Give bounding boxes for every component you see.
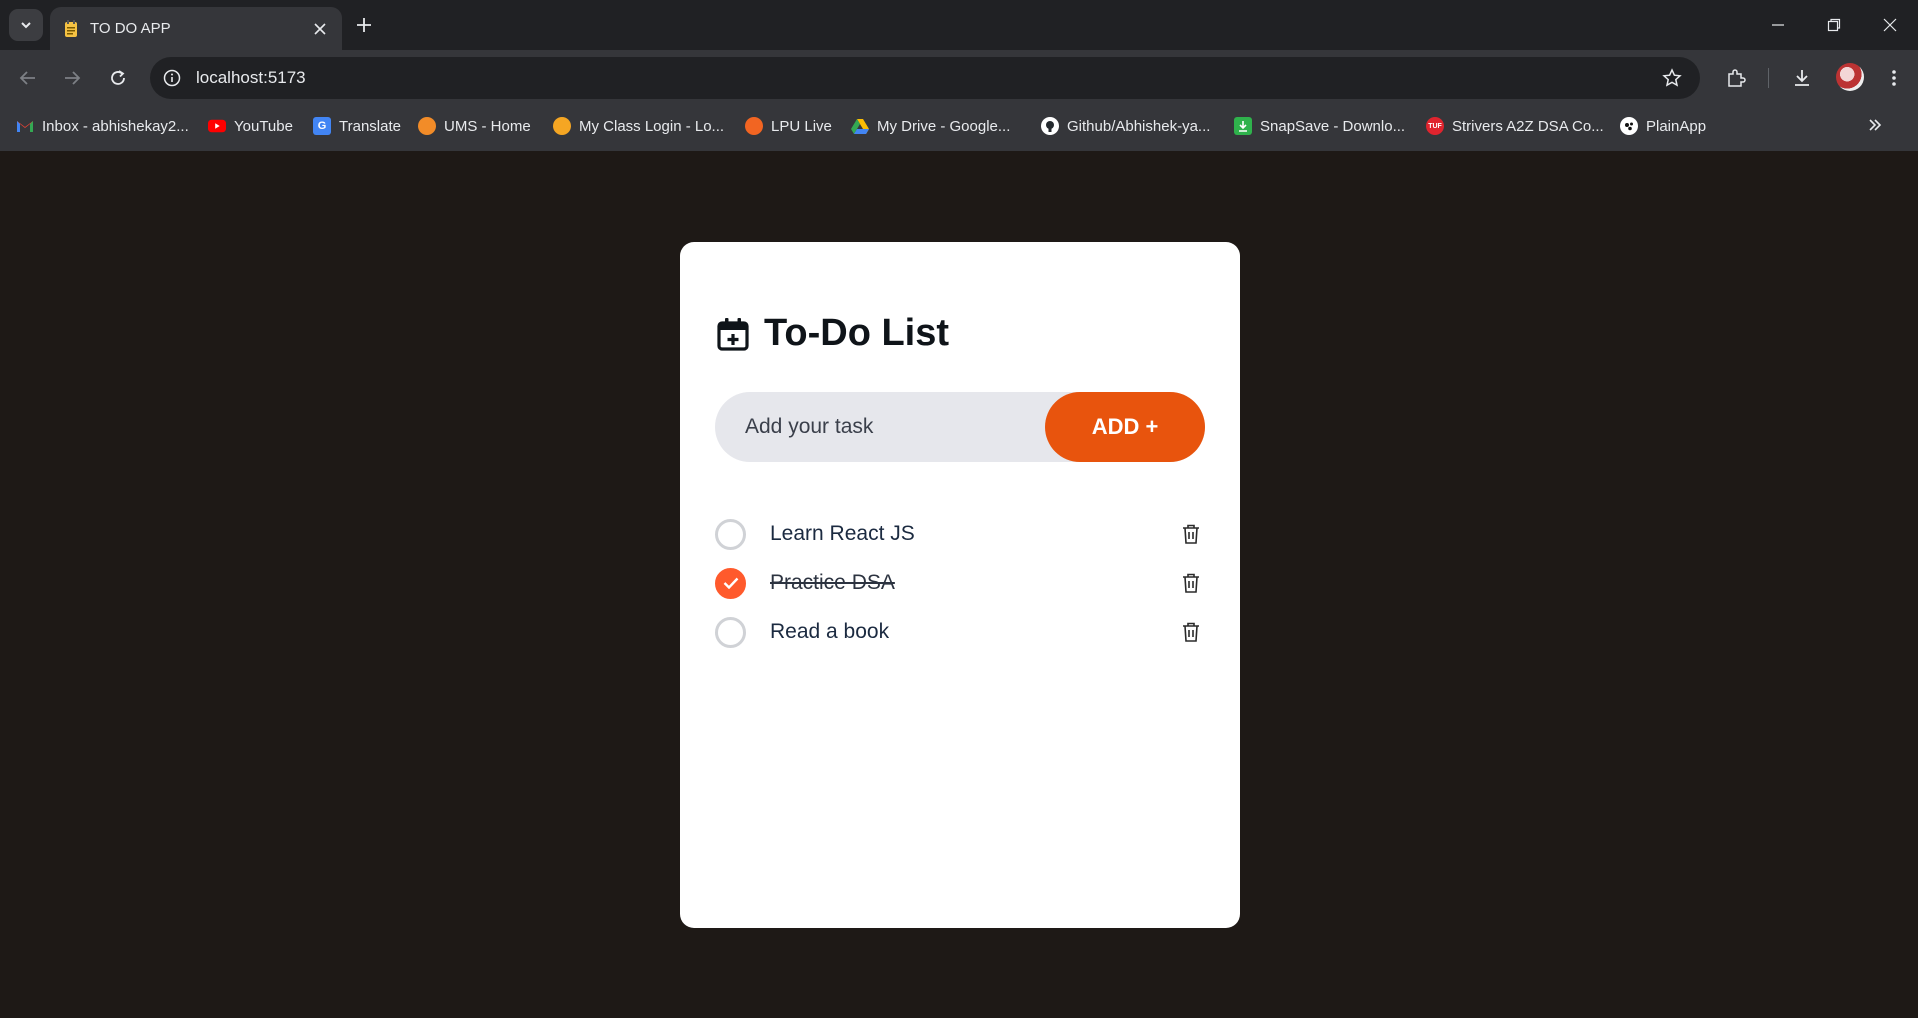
ums-icon <box>418 117 436 135</box>
bookmark-translate[interactable]: G Translate <box>313 114 401 138</box>
tuf-icon: TUF <box>1426 117 1444 135</box>
notepad-icon <box>62 19 80 38</box>
bookmark-snapsave[interactable]: SnapSave - Downlo... <box>1234 114 1405 138</box>
trash-icon[interactable] <box>1177 618 1205 646</box>
bookmark-strivers[interactable]: TUF Strivers A2Z DSA Co... <box>1426 114 1604 138</box>
task-checkbox-checked[interactable] <box>715 567 746 599</box>
toolbar-separator <box>1768 68 1769 88</box>
page-title: To-Do List <box>716 312 949 355</box>
active-tab[interactable]: TO DO APP <box>50 7 342 50</box>
bookmark-label: Github/Abhishek-ya... <box>1067 117 1211 135</box>
bookmark-label: My Drive - Google... <box>877 117 1011 135</box>
bookmark-myclass[interactable]: My Class Login - Lo... <box>553 114 724 138</box>
restore-button[interactable] <box>1806 0 1862 50</box>
bookmark-label: PlainApp <box>1646 117 1707 135</box>
snapsave-icon <box>1234 117 1252 135</box>
bookmark-label: UMS - Home <box>444 117 531 135</box>
bookmark-label: Strivers A2Z DSA Co... <box>1452 117 1604 135</box>
chevron-down-icon <box>21 22 31 29</box>
gmail-icon <box>16 117 34 135</box>
back-button[interactable] <box>12 62 44 94</box>
plus-icon <box>357 18 371 32</box>
tab-search-button[interactable] <box>9 9 43 41</box>
bookmark-label: YouTube <box>234 117 293 135</box>
bookmark-inbox[interactable]: Inbox - abhishekay2... <box>16 114 189 138</box>
site-info-icon[interactable] <box>160 66 184 90</box>
reload-button[interactable] <box>102 62 134 94</box>
url-text[interactable]: localhost:5173 <box>196 68 1656 88</box>
kebab-menu-icon <box>1892 70 1896 86</box>
task-item: Learn React JS <box>715 514 1205 554</box>
bookmark-label: SnapSave - Downlo... <box>1260 117 1406 135</box>
bookmark-google-drive[interactable]: My Drive - Google... <box>851 114 1010 138</box>
browser-menu-button[interactable] <box>1878 62 1910 94</box>
bookmark-label: My Class Login - Lo... <box>579 117 725 135</box>
task-checkbox[interactable] <box>715 518 746 550</box>
bookmark-label: Inbox - abhishekay2... <box>42 117 189 135</box>
task-item: Read a book <box>715 612 1205 652</box>
browser-chrome: TO DO APP localhost:5173 Inbox - abhishe… <box>0 0 1918 151</box>
downloads-button[interactable] <box>1786 62 1818 94</box>
task-item: Practice DSA <box>715 563 1205 603</box>
tab-strip: TO DO APP <box>0 0 1918 50</box>
minimize-icon <box>1772 24 1784 26</box>
restore-icon <box>1827 18 1841 32</box>
address-bar[interactable]: localhost:5173 <box>150 57 1700 99</box>
forward-button[interactable] <box>56 62 88 94</box>
bookmarks-bar: Inbox - abhishekay2... YouTube G Transla… <box>0 106 1918 144</box>
translate-icon: G <box>313 117 331 135</box>
bookmark-plainapp[interactable]: PlainApp <box>1620 114 1706 138</box>
lpu-live-icon <box>745 117 763 135</box>
bookmark-lpu-live[interactable]: LPU Live <box>745 114 832 138</box>
trash-icon[interactable] <box>1177 520 1205 548</box>
download-icon <box>1795 70 1809 86</box>
bookmark-github[interactable]: Github/Abhishek-ya... <box>1041 114 1210 138</box>
myclass-icon <box>553 117 571 135</box>
bookmark-star-icon[interactable] <box>1656 62 1688 94</box>
close-window-button[interactable] <box>1862 0 1918 50</box>
profile-avatar[interactable] <box>1836 63 1864 91</box>
task-text[interactable]: Learn React JS <box>770 522 1177 546</box>
bookmarks-overflow-button[interactable] <box>1862 112 1888 138</box>
puzzle-icon <box>1728 69 1746 87</box>
bookmark-label: LPU Live <box>771 117 832 135</box>
new-tab-button[interactable] <box>350 11 378 39</box>
tab-title: TO DO APP <box>90 20 171 37</box>
github-icon <box>1041 117 1059 135</box>
todo-card: To-Do List ADD + Learn React JS Practice… <box>680 242 1240 928</box>
forward-arrow-icon <box>65 71 81 85</box>
reload-icon <box>111 70 125 85</box>
task-input[interactable] <box>745 392 1045 462</box>
task-text[interactable]: Practice DSA <box>770 571 1177 595</box>
calendar-plus-icon <box>717 317 749 351</box>
task-input-row: ADD + <box>715 392 1205 462</box>
google-drive-icon <box>851 117 869 135</box>
bookmark-ums[interactable]: UMS - Home <box>418 114 531 138</box>
tab-close-icon[interactable] <box>306 15 334 43</box>
bookmark-youtube[interactable]: YouTube <box>208 114 293 138</box>
trash-icon[interactable] <box>1177 569 1205 597</box>
title-text: To-Do List <box>764 312 950 354</box>
minimize-button[interactable] <box>1750 0 1806 50</box>
close-icon <box>1883 18 1897 32</box>
browser-toolbar: localhost:5173 <box>0 50 1918 106</box>
back-arrow-icon <box>19 71 35 85</box>
double-chevron-right-icon <box>1869 119 1882 131</box>
extensions-button[interactable] <box>1720 62 1752 94</box>
task-checkbox[interactable] <box>715 616 746 648</box>
task-text[interactable]: Read a book <box>770 620 1177 644</box>
bookmark-label: Translate <box>339 117 401 135</box>
checkmark-icon <box>723 577 738 589</box>
plainapp-icon <box>1620 117 1638 135</box>
youtube-icon <box>208 117 226 135</box>
add-task-button[interactable]: ADD + <box>1045 392 1205 462</box>
